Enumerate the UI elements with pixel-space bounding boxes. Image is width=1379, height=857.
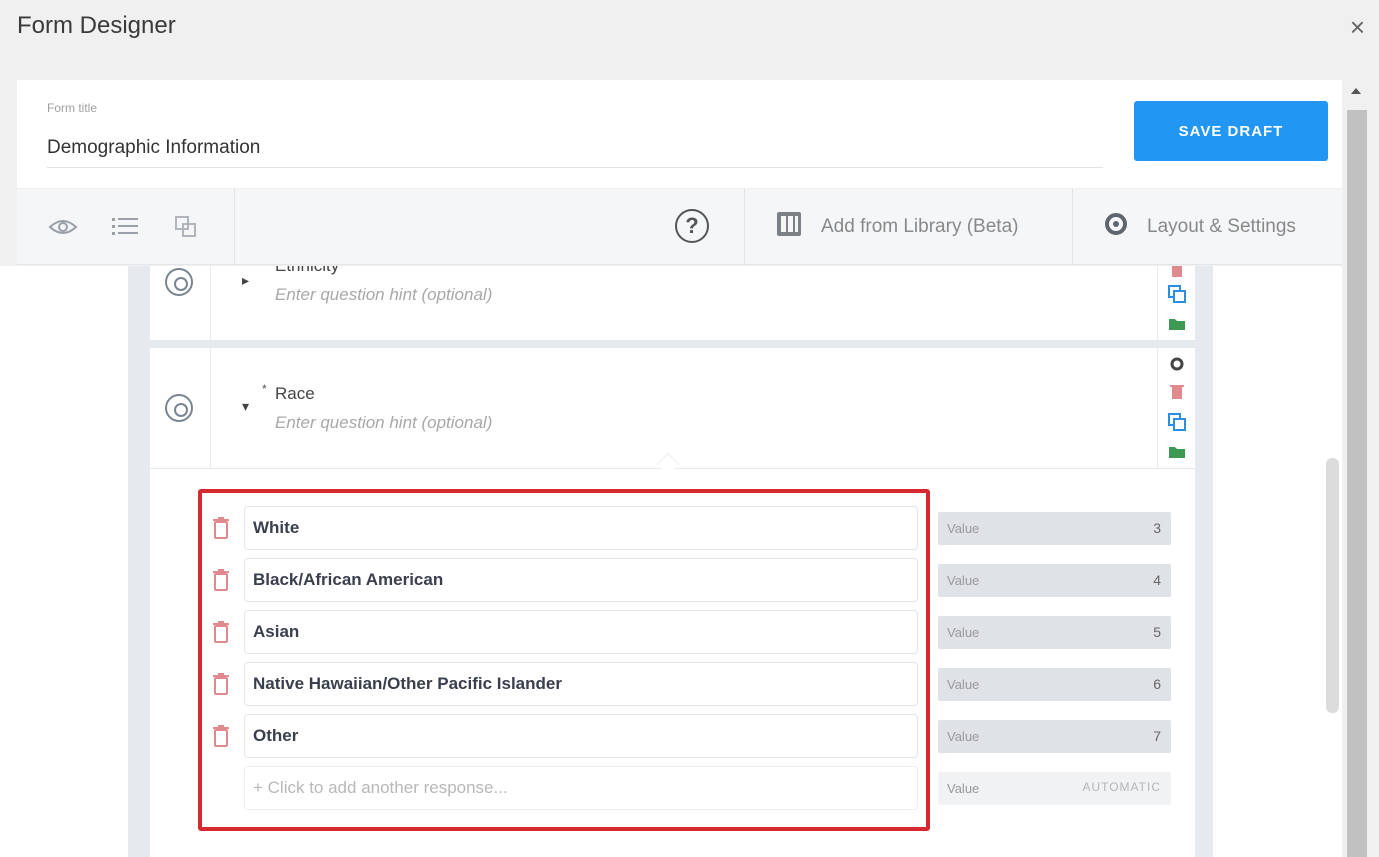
response-text-input[interactable]: White [244, 506, 918, 550]
question-actions [1157, 266, 1195, 340]
library-label: Add from Library (Beta) [821, 216, 1019, 237]
add-response-input[interactable]: + Click to add another response... [244, 766, 918, 810]
question-card-race[interactable]: ▾ * Race Enter question hint (optional) [150, 348, 1195, 468]
trash-icon[interactable] [1167, 266, 1187, 280]
question-actions [1157, 348, 1195, 468]
gear-icon [1103, 211, 1129, 243]
save-draft-button[interactable]: SAVE DRAFT [1134, 101, 1328, 161]
inner-scrollbar-thumb[interactable] [1326, 458, 1339, 713]
form-title-label: Form title [47, 101, 98, 115]
layout-settings-button[interactable]: Layout & Settings [1103, 209, 1296, 245]
response-value-field: Value AUTOMATIC [938, 772, 1171, 805]
question-hint-input[interactable]: Enter question hint (optional) [275, 285, 492, 305]
question-card-ethnicity[interactable]: ▸ Ethnicity Enter question hint (optiona… [150, 266, 1195, 340]
close-button[interactable]: × [1350, 14, 1365, 40]
dialog-scrollbar[interactable] [1343, 80, 1369, 857]
response-text-input[interactable]: Other [244, 714, 918, 758]
duplicate-icon[interactable] [1167, 284, 1187, 304]
value-number: 3 [1153, 520, 1161, 536]
eye-icon[interactable] [47, 213, 79, 241]
response-value-field[interactable]: Value 4 [938, 564, 1171, 597]
value-number: 4 [1153, 572, 1161, 588]
response-row: Other Value 7 [212, 714, 1172, 758]
value-label: Value [947, 521, 980, 536]
library-icon [775, 210, 805, 244]
toolbar: ? Add from Library (Beta) Layout & Setti… [17, 189, 1342, 265]
scroll-up-icon[interactable] [1351, 88, 1361, 94]
value-label: Value [947, 625, 980, 640]
trash-icon[interactable] [212, 517, 232, 539]
expand-caret-icon[interactable]: ▸ [242, 272, 249, 289]
add-from-library-button[interactable]: Add from Library (Beta) [775, 209, 1018, 245]
list-icon[interactable] [109, 213, 141, 241]
value-label: Value [947, 729, 980, 744]
response-value-field[interactable]: Value 5 [938, 616, 1171, 649]
drag-handle-icon [165, 268, 193, 296]
response-row: Black/African American Value 4 [212, 558, 1172, 602]
trash-icon[interactable] [212, 621, 232, 643]
value-number: 7 [1153, 728, 1161, 744]
settings-label: Layout & Settings [1147, 216, 1296, 237]
value-number: 6 [1153, 676, 1161, 692]
response-row: Native Hawaiian/Other Pacific Islander V… [212, 662, 1172, 706]
folder-icon[interactable] [1167, 442, 1187, 462]
required-mark: * [262, 382, 267, 396]
response-row: Asian Value 5 [212, 610, 1172, 654]
toolbar-divider [744, 189, 745, 265]
value-number: AUTOMATIC [1082, 780, 1161, 794]
response-text-input[interactable]: Native Hawaiian/Other Pacific Islander [244, 662, 918, 706]
value-label: Value [947, 677, 980, 692]
form-canvas: ▸ Ethnicity Enter question hint (optiona… [0, 266, 1342, 857]
question-drag-handle[interactable] [150, 348, 211, 468]
dialog-title: Form Designer [17, 12, 176, 39]
value-number: 5 [1153, 624, 1161, 640]
response-value-field[interactable]: Value 3 [938, 512, 1171, 545]
form-title-input[interactable] [47, 128, 1103, 168]
trash-icon[interactable] [212, 673, 232, 695]
question-label[interactable]: Ethnicity [275, 266, 339, 276]
copy-icon[interactable] [170, 213, 202, 241]
dialog-header: Form Designer × [0, 0, 1379, 58]
response-text-input[interactable]: Asian [244, 610, 918, 654]
response-text-input[interactable]: Black/African American [244, 558, 918, 602]
question-label[interactable]: Race [275, 384, 315, 404]
trash-icon[interactable] [212, 569, 232, 591]
form-designer-dialog: Form Designer × Form title SAVE DRAFT ? … [0, 0, 1379, 857]
response-value-field[interactable]: Value 6 [938, 668, 1171, 701]
question-drag-handle[interactable] [150, 266, 211, 340]
trash-icon[interactable] [212, 725, 232, 747]
add-response-row: + Click to add another response... Value… [212, 766, 1172, 810]
scrollbar-thumb[interactable] [1347, 110, 1367, 857]
view-mode-group [17, 189, 235, 265]
trash-icon[interactable] [1167, 382, 1187, 402]
drag-handle-icon [165, 394, 193, 422]
form-title-card: Form title SAVE DRAFT [17, 80, 1342, 188]
gear-icon[interactable] [1167, 354, 1187, 374]
toolbar-divider [1072, 189, 1073, 265]
response-row: White Value 3 [212, 506, 1172, 550]
value-label: Value [947, 573, 980, 588]
duplicate-icon[interactable] [1167, 412, 1187, 432]
collapse-caret-icon[interactable]: ▾ [242, 398, 249, 415]
question-hint-input[interactable]: Enter question hint (optional) [275, 413, 492, 433]
response-value-field[interactable]: Value 7 [938, 720, 1171, 753]
help-icon[interactable]: ? [675, 209, 709, 243]
folder-icon[interactable] [1167, 314, 1187, 334]
value-label: Value [947, 781, 980, 796]
